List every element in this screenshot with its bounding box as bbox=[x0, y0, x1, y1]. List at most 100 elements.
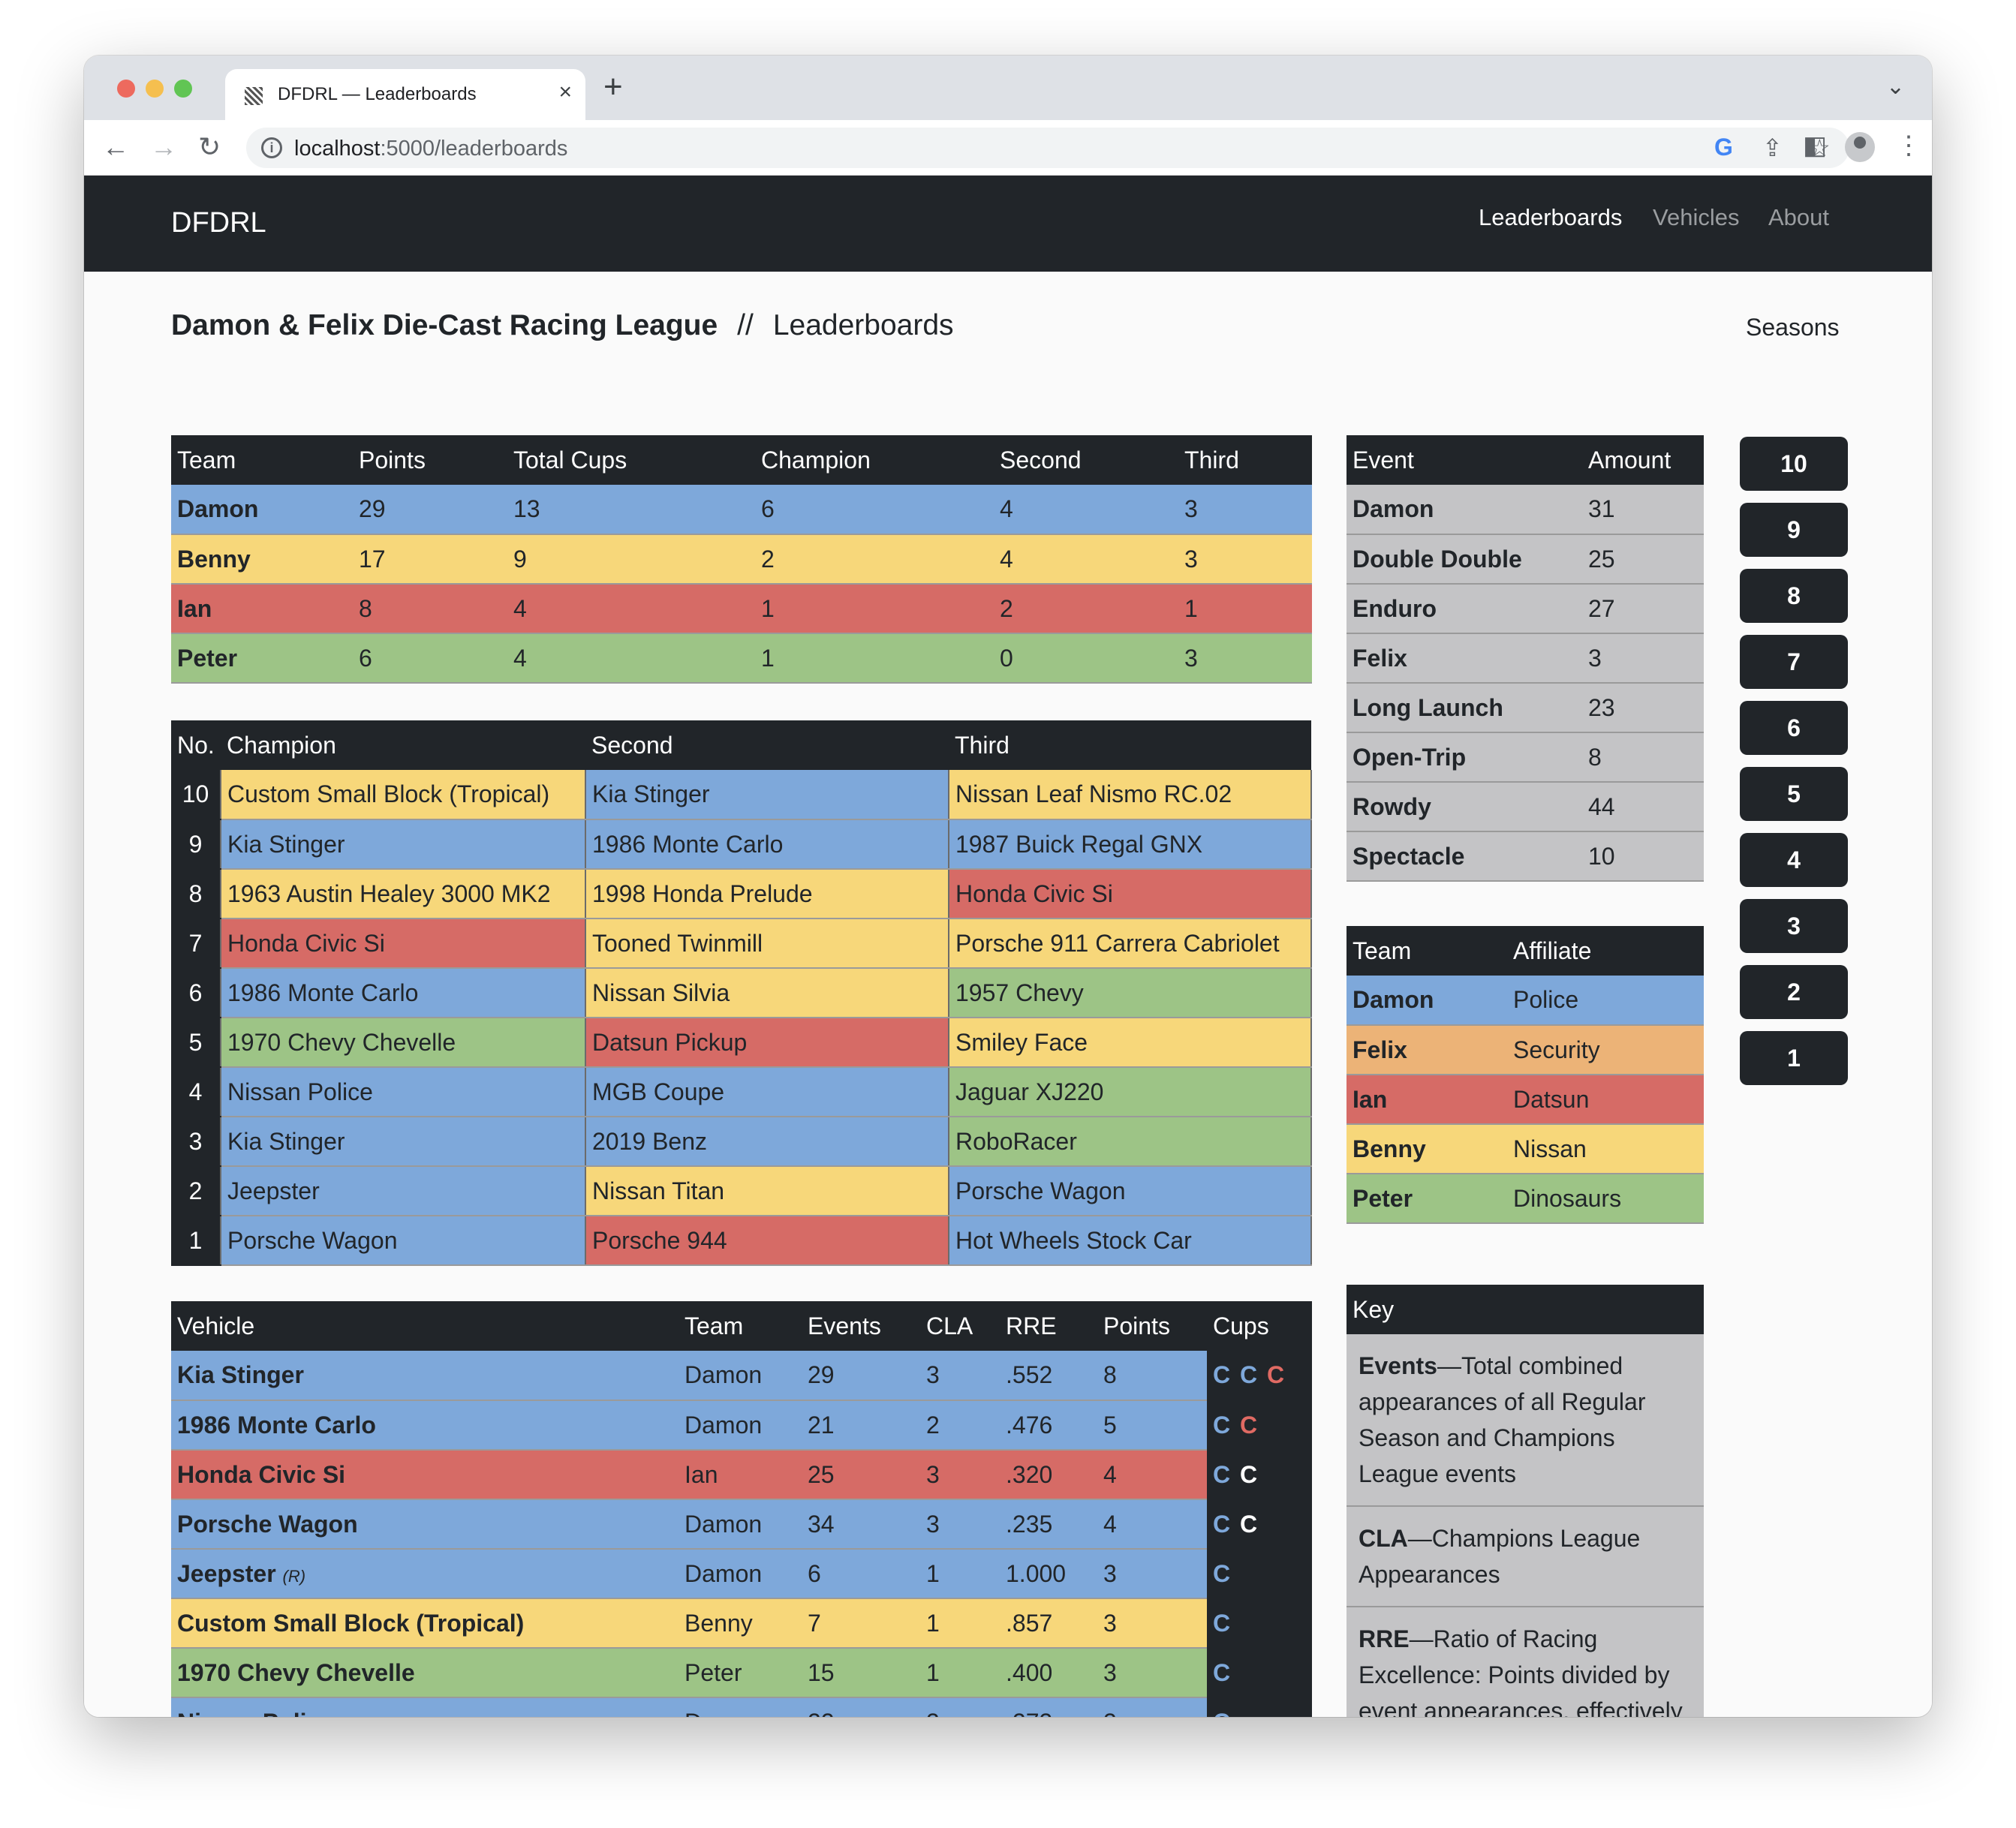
third-vehicle: Honda Civic Si bbox=[949, 869, 1312, 919]
season-button-8[interactable]: 8 bbox=[1740, 569, 1848, 623]
side-panel-icon[interactable]: ◧ bbox=[1803, 131, 1827, 161]
chevron-down-icon[interactable]: ⌄ bbox=[1886, 74, 1905, 100]
points-cell: 4 bbox=[1097, 1450, 1207, 1500]
season-button-3[interactable]: 3 bbox=[1740, 899, 1848, 953]
table-row: Felix Security bbox=[1347, 1025, 1704, 1075]
cup-icon: C bbox=[1240, 1361, 1259, 1388]
vehicle-label[interactable]: Nissan Police bbox=[177, 1709, 333, 1718]
google-icon[interactable]: G bbox=[1714, 134, 1733, 161]
rre-cell: 1.000 bbox=[1000, 1549, 1097, 1599]
nav-link-about[interactable]: About bbox=[1768, 204, 1829, 231]
vehicle-label[interactable]: Jeepster bbox=[177, 1560, 276, 1587]
nav-link-vehicles[interactable]: Vehicles bbox=[1653, 204, 1739, 231]
second-vehicle: Tooned Twinmill bbox=[585, 919, 949, 969]
forward-arrow-icon[interactable]: → bbox=[150, 131, 177, 164]
events-cell: 29 bbox=[802, 1351, 920, 1401]
more-menu-icon[interactable]: ⋮ bbox=[1896, 131, 1921, 161]
champion-count-cell: 1 bbox=[755, 584, 994, 634]
browser-window: DFDRL — Leaderboards × + ⌄ ← → ↻ i local… bbox=[84, 56, 1932, 1717]
points-cell: 3 bbox=[1097, 1648, 1207, 1698]
season-button-7[interactable]: 7 bbox=[1740, 635, 1848, 689]
info-icon[interactable]: i bbox=[261, 137, 282, 158]
season-podiums-table: No. Champion Second Third 10 Custom Small… bbox=[171, 720, 1312, 1266]
cup-icon: C bbox=[1213, 1411, 1232, 1439]
event-name: Double Double bbox=[1347, 534, 1582, 585]
cla-cell: 3 bbox=[920, 1450, 1000, 1500]
vehicle-label[interactable]: Porsche Wagon bbox=[177, 1511, 358, 1538]
second-count-cell: 0 bbox=[994, 633, 1178, 684]
seasons-label: Seasons bbox=[1746, 314, 1840, 341]
table-row: 3 Kia Stinger 2019 Benz RoboRacer bbox=[171, 1117, 1312, 1167]
table-row: Rowdy 44 bbox=[1347, 782, 1704, 832]
vehicle-label[interactable]: Kia Stinger bbox=[177, 1361, 304, 1388]
table-row: Benny Nissan bbox=[1347, 1124, 1704, 1174]
vehicle-label[interactable]: 1986 Monte Carlo bbox=[177, 1412, 376, 1439]
cups-cell: C C bbox=[1207, 1499, 1312, 1550]
affiliate-cell: Nissan bbox=[1507, 1124, 1704, 1174]
cla-cell: 2 bbox=[920, 1400, 1000, 1451]
vehicle-label[interactable]: Honda Civic Si bbox=[177, 1461, 345, 1488]
cla-cell: 1 bbox=[920, 1549, 1000, 1599]
season-number: 5 bbox=[171, 1018, 221, 1068]
cups-cell: C bbox=[1207, 1697, 1312, 1717]
team-cell: Damon bbox=[679, 1697, 802, 1717]
season-button-4[interactable]: 4 bbox=[1740, 833, 1848, 887]
col-vehicle: Vehicle bbox=[171, 1301, 679, 1351]
amount-cell: 3 bbox=[1582, 633, 1704, 684]
vehicle-name: Kia Stinger bbox=[171, 1351, 679, 1401]
minimize-window-button[interactable] bbox=[146, 80, 164, 98]
table-row: 1 Porsche Wagon Porsche 944 Hot Wheels Stoc… bbox=[171, 1216, 1312, 1266]
second-vehicle: 1998 Honda Prelude bbox=[585, 869, 949, 919]
table-header-row: Team Affiliate bbox=[1347, 926, 1704, 976]
season-button-5[interactable]: 5 bbox=[1740, 767, 1848, 821]
team-cell: Peter bbox=[679, 1648, 802, 1698]
col-champion: Champion bbox=[221, 720, 585, 770]
team-cell: Benny bbox=[679, 1598, 802, 1649]
team-name: Peter bbox=[171, 633, 353, 684]
table-header-row: Event Amount bbox=[1347, 435, 1704, 485]
season-button-6[interactable]: 6 bbox=[1740, 701, 1848, 755]
cup-icon: C bbox=[1213, 1709, 1232, 1718]
champion-vehicle: Custom Small Block (Tropical) bbox=[221, 770, 586, 820]
season-button-1[interactable]: 1 bbox=[1740, 1031, 1848, 1085]
table-row: 4 Nissan Police MGB Coupe Jaguar XJ220 bbox=[171, 1067, 1312, 1117]
second-vehicle: 1986 Monte Carlo bbox=[585, 819, 949, 870]
cup-icon: C bbox=[1240, 1411, 1259, 1439]
browser-tab[interactable]: DFDRL — Leaderboards × bbox=[225, 69, 585, 120]
reload-icon[interactable]: ↻ bbox=[198, 131, 221, 164]
maximize-window-button[interactable] bbox=[174, 80, 192, 98]
team-name: Damon bbox=[171, 485, 353, 535]
share-icon[interactable]: ⇪ bbox=[1762, 134, 1783, 162]
table-row: Damon 29 13 6 4 3 bbox=[171, 485, 1312, 535]
close-window-button[interactable] bbox=[117, 80, 135, 98]
event-name: Damon bbox=[1347, 485, 1582, 535]
key-panel: Key Events—Total combined appearances of… bbox=[1347, 1285, 1704, 1717]
rre-cell: .320 bbox=[1000, 1450, 1097, 1500]
season-button-2[interactable]: 2 bbox=[1740, 965, 1848, 1019]
vehicle-label[interactable]: Custom Small Block (Tropical) bbox=[177, 1610, 524, 1637]
event-name: Felix bbox=[1347, 633, 1582, 684]
vehicle-label[interactable]: 1970 Chevy Chevelle bbox=[177, 1659, 415, 1686]
rre-cell: .235 bbox=[1000, 1499, 1097, 1550]
back-arrow-icon[interactable]: ← bbox=[102, 131, 129, 164]
points-cell: 3 bbox=[1097, 1697, 1207, 1717]
new-tab-icon[interactable]: + bbox=[603, 71, 623, 104]
brand-logo[interactable]: DFDRL bbox=[171, 207, 266, 239]
nav-link-leaderboards[interactable]: Leaderboards bbox=[1479, 204, 1622, 231]
amount-cell: 10 bbox=[1582, 831, 1704, 882]
profile-avatar-icon[interactable] bbox=[1845, 132, 1875, 162]
close-tab-icon[interactable]: × bbox=[558, 80, 572, 105]
col-second: Second bbox=[585, 720, 949, 770]
third-count-cell: 3 bbox=[1178, 485, 1312, 535]
second-vehicle: Kia Stinger bbox=[585, 770, 949, 820]
address-bar[interactable]: i localhost:5000/leaderboards G ⇪ ☆ bbox=[246, 128, 1849, 168]
col-champion: Champion bbox=[755, 435, 994, 485]
third-count-cell: 3 bbox=[1178, 633, 1312, 684]
total-cups-cell: 4 bbox=[507, 584, 755, 634]
champion-vehicle: Kia Stinger bbox=[221, 819, 586, 870]
season-button-9[interactable]: 9 bbox=[1740, 503, 1848, 557]
season-number: 2 bbox=[171, 1166, 221, 1216]
table-row: 5 1970 Chevy Chevelle Datsun Pickup Smiley … bbox=[171, 1018, 1312, 1068]
cups-cell: C C C bbox=[1207, 1351, 1312, 1401]
season-button-10[interactable]: 10 bbox=[1740, 437, 1848, 491]
